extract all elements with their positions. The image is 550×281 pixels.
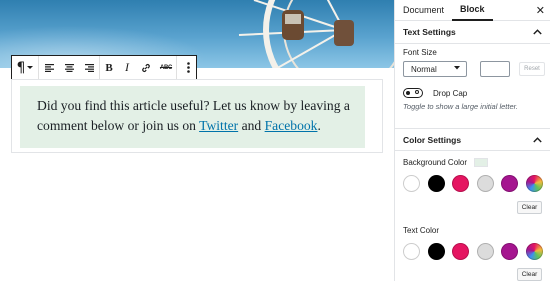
custom-font-size-input[interactable] [480, 61, 510, 77]
facebook-link[interactable]: Facebook [265, 118, 318, 133]
bold-button[interactable]: B [100, 56, 118, 79]
color-swatch-black[interactable] [427, 175, 445, 192]
drop-cap-row: Drop Cap [403, 88, 467, 98]
color-swatch-white[interactable] [403, 243, 420, 260]
more-options-button[interactable] [177, 56, 199, 79]
align-center-button[interactable] [59, 56, 79, 79]
color-swatch-purple[interactable] [501, 175, 519, 192]
color-swatch-light-gray[interactable] [476, 175, 494, 192]
text-color-palette [403, 243, 550, 260]
align-left-button[interactable] [39, 56, 59, 79]
color-swatch-pink[interactable] [452, 243, 470, 260]
paragraph-icon: ¶ [16, 59, 26, 76]
align-right-icon [84, 63, 94, 72]
italic-button[interactable]: I [118, 56, 136, 79]
clear-background-button[interactable]: Clear [517, 201, 542, 214]
ferris-wheel-graphic [238, 0, 394, 68]
editor-canvas: ¶ B I ABC Did you find this article usef… [0, 0, 394, 281]
drop-cap-help: Toggle to show a large initial letter. [403, 102, 518, 111]
twitter-link[interactable]: Twitter [199, 118, 238, 133]
custom-color-picker[interactable] [525, 243, 543, 260]
paragraph-block[interactable]: Did you find this article useful? Let us… [11, 79, 383, 153]
text-color-label: Text Color [403, 226, 440, 235]
background-color-palette [403, 175, 550, 192]
align-right-button[interactable] [79, 56, 99, 79]
chevron-up-icon [533, 27, 542, 37]
bold-icon: B [105, 61, 113, 74]
chevron-down-icon [454, 66, 460, 72]
italic-icon: I [125, 60, 129, 74]
color-swatch-pink[interactable] [452, 175, 470, 192]
font-size-label: Font Size [403, 48, 437, 57]
color-swatch-light-gray[interactable] [476, 243, 494, 260]
paragraph-text[interactable]: Did you find this article useful? Let us… [20, 86, 365, 148]
align-left-icon [44, 63, 54, 72]
tab-block[interactable]: Block [452, 0, 493, 21]
paragraph-text-end: . [317, 118, 321, 133]
text-settings-header[interactable]: Text Settings [395, 21, 550, 44]
tab-document[interactable]: Document [395, 0, 452, 21]
alignment-group [39, 56, 100, 79]
font-size-row: Normal Reset [403, 61, 545, 77]
strikethrough-icon: ABC [159, 64, 173, 71]
color-swatch-purple[interactable] [501, 243, 519, 260]
clear-text-color-button[interactable]: Clear [517, 268, 542, 281]
color-swatch-white[interactable] [403, 175, 420, 192]
text-settings-title: Text Settings [403, 27, 456, 37]
drop-cap-label: Drop Cap [433, 88, 468, 98]
background-color-label: Background Color [403, 158, 489, 168]
more-group [177, 56, 199, 79]
chevron-down-icon [27, 65, 34, 69]
align-center-icon [64, 63, 74, 72]
color-settings-title: Color Settings [403, 134, 462, 145]
reset-button[interactable]: Reset [519, 62, 545, 76]
block-type-button[interactable]: ¶ [12, 56, 38, 79]
font-size-value: Normal [411, 64, 437, 74]
background-color-text: Background Color [403, 158, 468, 167]
chevron-up-icon [533, 135, 542, 145]
link-button[interactable] [136, 56, 156, 79]
toggle-off-indicator [415, 90, 419, 94]
font-size-select[interactable]: Normal [403, 61, 467, 77]
strikethrough-button[interactable]: ABC [156, 56, 176, 79]
drop-cap-toggle[interactable] [403, 88, 423, 98]
custom-color-picker[interactable] [525, 175, 543, 192]
more-options-icon [186, 62, 190, 73]
close-icon[interactable]: ✕ [536, 4, 545, 17]
background-color-indicator [474, 158, 489, 168]
block-type-group: ¶ [12, 56, 39, 79]
sidebar-tabs: Document Block ✕ [395, 0, 550, 21]
paragraph-text-middle: and [238, 118, 265, 133]
block-toolbar: ¶ B I ABC [11, 55, 197, 80]
color-swatch-black[interactable] [427, 243, 445, 260]
link-icon [142, 63, 150, 72]
settings-sidebar: Document Block ✕ Text Settings Font Size… [394, 0, 550, 281]
color-settings-header[interactable]: Color Settings [395, 128, 550, 151]
format-group: B I ABC [100, 56, 177, 79]
toggle-knob [406, 91, 410, 95]
